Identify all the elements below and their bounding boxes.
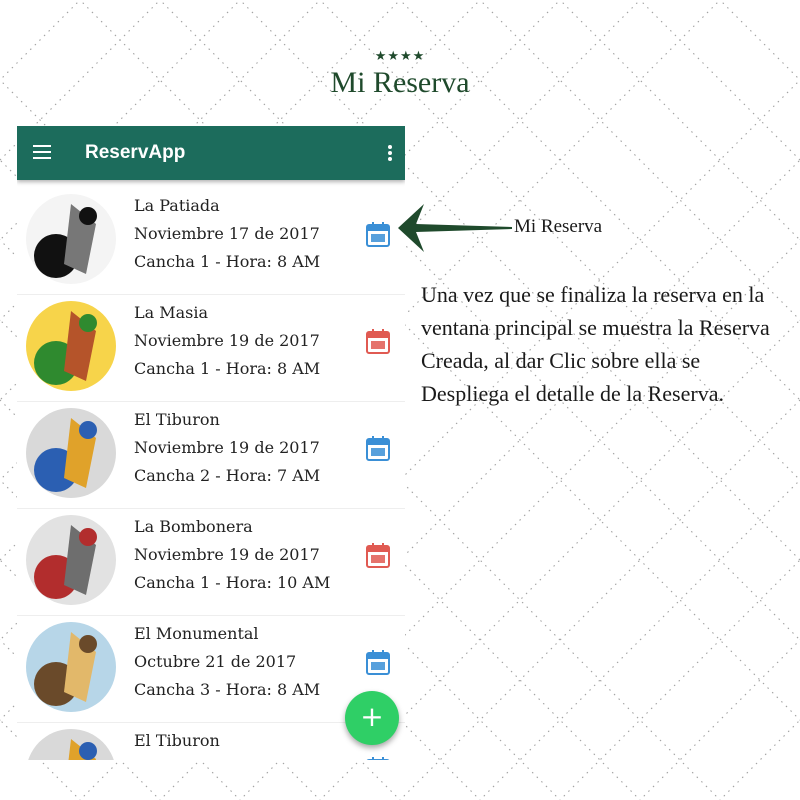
reservation-date: Noviembre 19 de 2017 xyxy=(134,438,320,457)
reservation-date: Noviembre 17 de 2017 xyxy=(134,224,320,243)
calendar-icon xyxy=(366,329,390,354)
reservation-text: El Tiburon Noviembre 19 de 2017 Cancha 2… xyxy=(134,406,320,490)
field-name: El Tiburon xyxy=(134,410,220,429)
calendar-icon xyxy=(366,757,390,760)
reservation-detail: Cancha 1 - Hora: 8 AM xyxy=(134,359,321,378)
field-name: El Monumental xyxy=(134,624,259,643)
field-avatar xyxy=(26,194,116,284)
reservation-date: Noviembre 19 de 2017 xyxy=(134,545,320,564)
hamburger-menu-icon[interactable] xyxy=(33,145,51,159)
field-avatar xyxy=(26,408,116,498)
app-toolbar: ReservApp xyxy=(17,126,405,180)
calendar-icon xyxy=(366,650,390,675)
reservation-detail: Cancha 2 - Hora: 7 AM xyxy=(134,466,321,485)
arrow-label: Mi Reserva xyxy=(514,216,603,237)
field-name: El Tiburon xyxy=(134,731,220,750)
app-screenshot: ReservApp La Patiada Noviembre 17 de 201… xyxy=(17,126,405,760)
reservation-date: Noviembre 19 de 2017 xyxy=(134,331,320,350)
calendar-icon xyxy=(366,543,390,568)
reservation-item[interactable]: La Masia Noviembre 19 de 2017 Cancha 1 -… xyxy=(17,295,405,402)
reservation-date: Octubre 21 de 2017 xyxy=(134,652,297,671)
more-vert-icon[interactable] xyxy=(388,145,392,161)
reservation-text: El Monumental Octubre 21 de 2017 Cancha … xyxy=(134,620,320,704)
reservation-detail: Cancha 1 - Hora: 10 AM xyxy=(134,573,331,592)
field-avatar xyxy=(26,515,116,605)
reservation-item[interactable]: La Patiada Noviembre 17 de 2017 Cancha 1… xyxy=(17,188,405,295)
calendar-icon xyxy=(366,222,390,247)
calendar-icon xyxy=(366,436,390,461)
rating-stars: ★★★★ xyxy=(374,49,426,64)
reservation-text: El Tiburon Octubre 21 de 2017 xyxy=(134,727,296,760)
reservation-detail: Cancha 1 - Hora: 8 AM xyxy=(134,252,321,271)
reservation-text: La Masia Noviembre 19 de 2017 Cancha 1 -… xyxy=(134,299,320,383)
field-name: La Bombonera xyxy=(134,517,253,536)
reservation-detail: Cancha 3 - Hora: 8 AM xyxy=(134,680,321,699)
reservation-item[interactable]: La Bombonera Noviembre 19 de 2017 Cancha… xyxy=(17,509,405,616)
reservation-text: La Patiada Noviembre 17 de 2017 Cancha 1… xyxy=(134,192,320,276)
field-name: La Masia xyxy=(134,303,209,322)
reservation-item[interactable]: El Tiburon Noviembre 19 de 2017 Cancha 2… xyxy=(17,402,405,509)
description-text: Una vez que se finaliza la reserva en la… xyxy=(421,282,770,406)
field-avatar xyxy=(26,301,116,391)
field-avatar xyxy=(26,729,116,760)
reservation-date: Octubre 21 de 2017 xyxy=(134,755,296,760)
page-title: Mi Reserva xyxy=(330,66,470,99)
arrow-left-icon xyxy=(398,204,512,252)
field-avatar xyxy=(26,622,116,712)
add-reservation-button[interactable]: + xyxy=(345,691,399,745)
reservation-text: La Bombonera Noviembre 19 de 2017 Cancha… xyxy=(134,513,330,597)
app-title: ReservApp xyxy=(85,142,186,163)
reservation-list: La Patiada Noviembre 17 de 2017 Cancha 1… xyxy=(17,188,405,760)
field-name: La Patiada xyxy=(134,196,220,215)
